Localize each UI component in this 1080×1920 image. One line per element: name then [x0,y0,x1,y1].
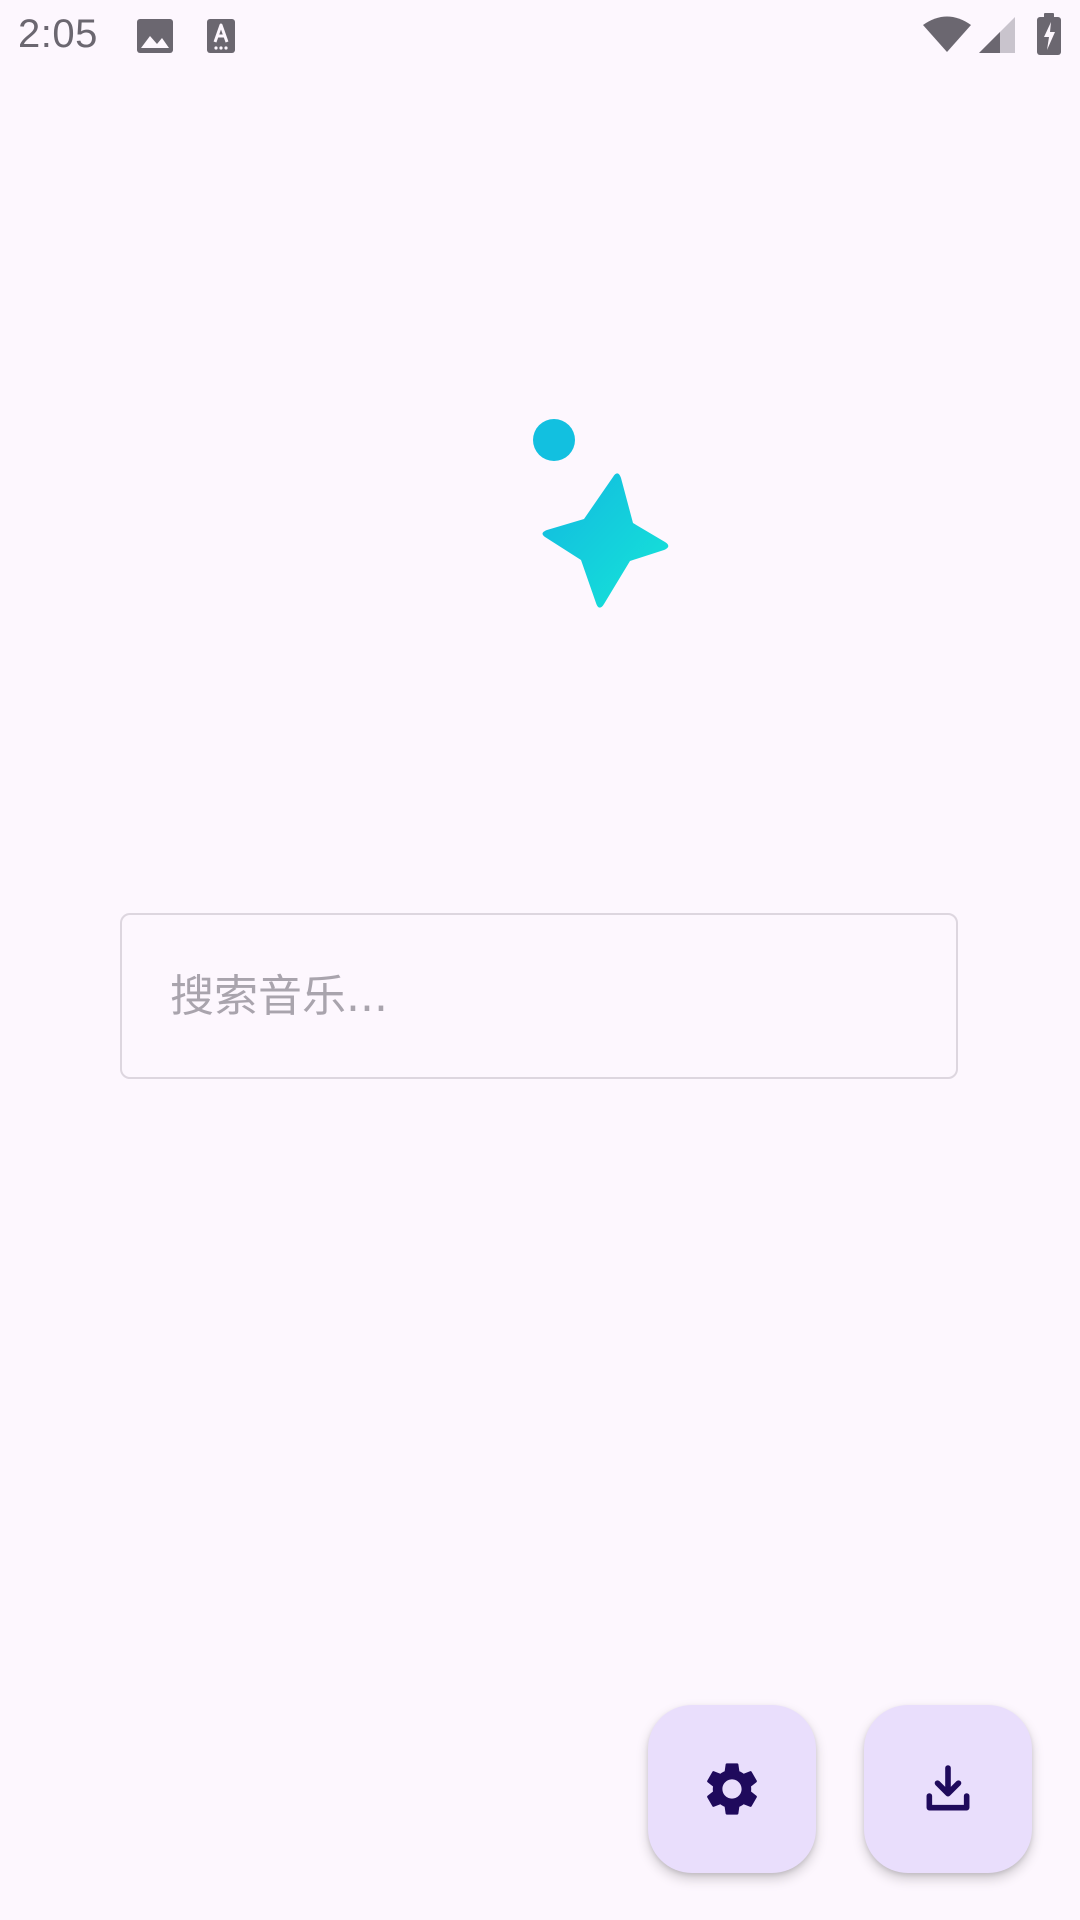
signal-icon [979,17,1015,53]
status-bar: 2:05 [0,0,1080,72]
status-time: 2:05 [18,12,98,56]
keyboard-icon [207,19,235,53]
download-button[interactable] [864,1705,1032,1873]
search-box[interactable] [120,913,958,1079]
wifi-icon [923,16,971,52]
gear-icon [707,1763,757,1815]
sparkle-icon [533,419,669,608]
battery-charging-icon [1037,13,1061,55]
image-icon [137,19,173,53]
settings-button[interactable] [648,1705,816,1873]
search-input[interactable] [122,915,956,1077]
download-icon [926,1765,970,1811]
